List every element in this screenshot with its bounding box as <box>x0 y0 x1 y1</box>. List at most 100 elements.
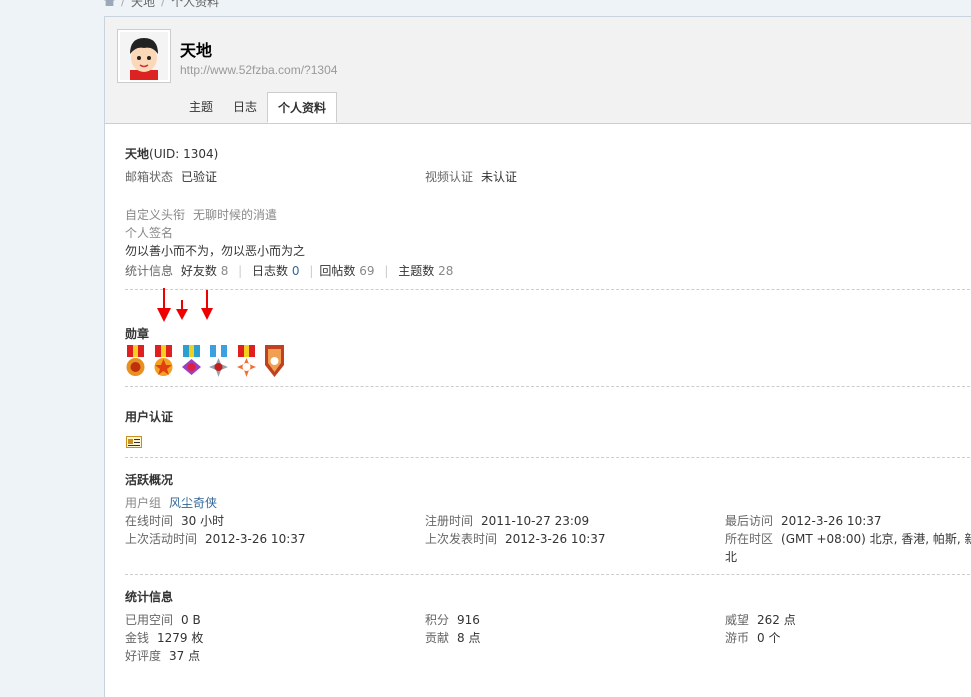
last-visit-value: 2012-3-26 10:37 <box>781 514 882 528</box>
medal-icon-3[interactable] <box>181 345 202 379</box>
profile-url[interactable]: http://www.52fzba.com/?1304 <box>180 63 337 77</box>
activity-section: 活跃概况 用户组 风尘奇侠 在线时间 30 小时 注册时间 2011-10-27 23… <box>125 458 971 575</box>
prestige-row: 威望 262 点 <box>725 611 796 628</box>
register-time-row: 注册时间 2011-10-27 23:09 <box>425 512 589 529</box>
email-status-row: 邮箱状态 已验证 <box>125 168 217 185</box>
custom-title-value: 无聊时候的消遣 <box>193 208 278 222</box>
timezone-value: (GMT +08:00) 北京, 香港, 帕斯, 新 <box>781 532 971 546</box>
profile-header: 天地 http://www.52fzba.com/?1304 主题 日志 个人资… <box>105 17 971 124</box>
usergroup-label: 用户组 <box>125 496 162 510</box>
id-card-icon[interactable] <box>126 436 142 448</box>
online-time-label: 在线时间 <box>125 514 174 528</box>
replies-label: 回帖数 <box>319 264 356 278</box>
profile-panel: 天地 http://www.52fzba.com/?1304 主题 日志 个人资… <box>104 16 971 697</box>
custom-title-row: 自定义头衔 无聊时候的消遣 <box>125 206 277 223</box>
email-status-label: 邮箱状态 <box>125 170 174 184</box>
avatar[interactable] <box>117 29 171 83</box>
money-row: 金钱 1279 枚 <box>125 629 203 646</box>
contribution-label: 贡献 <box>425 631 450 645</box>
divider: | <box>238 264 243 278</box>
last-post-row: 上次发表时间 2012-3-26 10:37 <box>425 530 606 547</box>
breadcrumb-item-profile[interactable]: 个人资料 <box>171 0 219 10</box>
friends-label: 好友数 <box>180 264 217 278</box>
last-visit-row: 最后访问 2012-3-26 10:37 <box>725 512 882 529</box>
usergroup-link[interactable]: 风尘奇侠 <box>169 496 217 510</box>
breadcrumb-separator: / <box>161 0 166 8</box>
profile-name-row: 天地(UID: 1304) <box>125 145 218 162</box>
home-icon[interactable] <box>104 0 115 6</box>
medal-icon-2[interactable] <box>153 345 174 379</box>
last-active-row: 上次活动时间 2012-3-26 10:37 <box>125 530 306 547</box>
online-time-row: 在线时间 30 小时 <box>125 512 224 529</box>
threads-label: 主题数 <box>398 264 435 278</box>
medals-title: 勋章 <box>125 327 150 341</box>
online-time-value: 30 小时 <box>181 514 225 528</box>
red-arrow-icon <box>176 300 188 320</box>
stats-row: 统计信息 好友数 8 | 日志数 0 | 回帖数 69 | 主题数 28 <box>125 262 453 279</box>
register-time-label: 注册时间 <box>425 514 474 528</box>
tab-threads[interactable]: 主题 <box>179 92 223 123</box>
medals-section: 勋章 <box>125 288 971 387</box>
game-coin-value: 0 个 <box>757 631 781 645</box>
usergroup-row: 用户组 风尘奇侠 <box>125 494 217 511</box>
statistics-section: 统计信息 已用空间 0 B 积分 916 威望 262 点 金钱 1279 枚 贡献 8 … <box>125 575 971 685</box>
red-arrow-icon <box>201 290 213 320</box>
divider: | <box>384 264 389 278</box>
game-coin-row: 游币 0 个 <box>725 629 780 646</box>
signature-label: 个人签名 <box>125 226 174 240</box>
medal-icon-4[interactable] <box>208 345 229 379</box>
timezone-row: 所在时区 (GMT +08:00) 北京, 香港, 帕斯, 新 <box>725 530 971 547</box>
replies-link[interactable]: 回帖数 69 <box>319 264 374 278</box>
custom-title-label: 自定义头衔 <box>125 208 186 222</box>
profile-tabs: 主题 日志 个人资料 <box>179 92 338 123</box>
breadcrumb: / 天地 / 个人资料 <box>104 0 219 10</box>
medal-icon-1[interactable] <box>125 345 146 379</box>
points-row: 积分 916 <box>425 611 480 628</box>
replies-count: 69 <box>359 264 375 278</box>
certification-section: 用户认证 <box>125 387 971 458</box>
profile-name: 天地 <box>125 147 150 161</box>
signature-value: 勿以善小而不为，勿以恶小而为之 <box>125 244 306 258</box>
threads-link[interactable]: 主题数 28 <box>398 264 453 278</box>
blogs-count: 0 <box>291 264 300 278</box>
red-arrow-icon <box>157 288 171 322</box>
blogs-label: 日志数 <box>252 264 289 278</box>
used-space-row: 已用空间 0 B <box>125 611 201 628</box>
friends-count: 8 <box>220 264 229 278</box>
medal-icon-5[interactable] <box>236 345 257 379</box>
tab-blogs[interactable]: 日志 <box>223 92 267 123</box>
last-active-label: 上次活动时间 <box>125 532 198 546</box>
basic-info-section: 天地(UID: 1304) 邮箱状态 已验证 视频认证 未认证 自定义头衔 无聊时候的… <box>125 123 971 290</box>
divider: | <box>309 264 314 278</box>
video-cert-label: 视频认证 <box>425 170 474 184</box>
breadcrumb-item-user[interactable]: 天地 <box>131 0 155 10</box>
timezone-value-cont: 北 <box>725 550 738 564</box>
profile-username: 天地 <box>180 41 213 60</box>
stats-label: 统计信息 <box>125 264 174 278</box>
friends-link[interactable]: 好友数 8 <box>181 264 228 278</box>
timezone-label: 所在时区 <box>725 532 774 546</box>
used-space-label: 已用空间 <box>125 613 174 627</box>
used-space-value: 0 B <box>181 613 201 627</box>
prestige-label: 威望 <box>725 613 750 627</box>
activity-title: 活跃概况 <box>125 473 174 487</box>
game-coin-label: 游币 <box>725 631 750 645</box>
breadcrumb-separator: / <box>121 0 126 8</box>
rating-row: 好评度 37 点 <box>125 647 200 664</box>
last-active-value: 2012-3-26 10:37 <box>205 532 306 546</box>
prestige-value: 262 点 <box>757 613 796 627</box>
money-label: 金钱 <box>125 631 150 645</box>
rating-label: 好评度 <box>125 649 162 663</box>
money-value: 1279 枚 <box>157 631 204 645</box>
contribution-row: 贡献 8 点 <box>425 629 480 646</box>
email-status-value: 已验证 <box>181 170 218 184</box>
cartoon-avatar-icon <box>120 32 168 80</box>
tab-profile[interactable]: 个人资料 <box>267 92 338 123</box>
contribution-value: 8 点 <box>457 631 481 645</box>
video-cert-row: 视频认证 未认证 <box>425 168 517 185</box>
medal-icon-6[interactable] <box>264 345 285 379</box>
points-label: 积分 <box>425 613 450 627</box>
threads-count: 28 <box>438 264 454 278</box>
blogs-link[interactable]: 日志数 0 <box>252 264 299 278</box>
profile-uid: (UID: 1304) <box>149 147 219 161</box>
